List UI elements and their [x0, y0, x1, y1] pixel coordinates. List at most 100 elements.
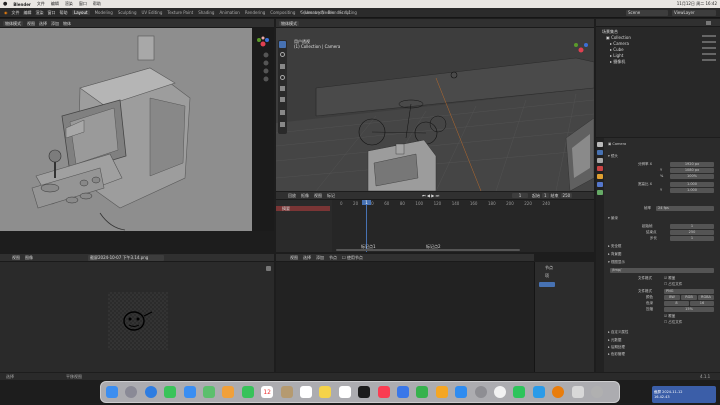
tab-sculpting[interactable]: Sculpting [118, 10, 137, 15]
current-frame-field[interactable]: 1 [512, 193, 528, 198]
maps-icon[interactable] [203, 386, 215, 398]
outliner-row-0[interactable]: 场景集合 [602, 29, 618, 34]
topbar-file[interactable]: 文件 [12, 10, 20, 15]
tab-texture[interactable]: Texture Paint [167, 10, 193, 15]
tab-animation[interactable]: Animation [219, 10, 239, 15]
output-placeholders[interactable]: ☐ 占位文件 [608, 282, 716, 287]
preview-icon[interactable] [571, 386, 584, 398]
field-resx[interactable]: 分辨率 X 1920 px [608, 162, 716, 167]
start-frame-field[interactable]: 1 [542, 193, 549, 198]
left-object-menu[interactable]: 物体 [63, 21, 71, 26]
menubar-clock[interactable]: 11月12日 周二 16:42 [677, 1, 717, 7]
output-path-field[interactable]: /tmp/ [608, 268, 716, 273]
annotate-tool-icon[interactable] [280, 110, 285, 115]
field-frame-step[interactable]: 步长 1 [608, 236, 716, 241]
timeline-playback-menu[interactable]: 回放 [288, 193, 296, 198]
outliner-row-1[interactable]: ▣ Collection [606, 35, 631, 40]
image-editor-canvas[interactable] [0, 262, 274, 372]
section-safe-areas[interactable]: ▸ 安全框 [608, 244, 716, 249]
messages-icon[interactable] [164, 386, 177, 398]
finder-icon[interactable] [106, 386, 118, 398]
section-viewport-display[interactable]: ▾ 视图显示 [608, 260, 716, 265]
world-tab-icon[interactable] [597, 166, 603, 171]
tab-modeling[interactable]: Modeling [95, 10, 113, 15]
center-viewport-canvas[interactable]: 用户透视 (1) Collection | Camera [276, 28, 594, 191]
section-bg-images[interactable]: ▸ 背景图 [608, 252, 716, 257]
music-icon[interactable] [377, 386, 390, 398]
end-frame-field[interactable]: 250 [560, 193, 573, 198]
sidepanel-icons[interactable] [539, 282, 555, 287]
menubar-window[interactable]: 窗口 [79, 1, 87, 7]
tab-compositing[interactable]: Compositing [270, 10, 295, 15]
left-select-menu[interactable]: 选择 [39, 21, 47, 26]
section-lens[interactable]: ▾ 镜头 [608, 154, 716, 159]
modifier-tab-icon[interactable] [597, 182, 603, 187]
menubar-help[interactable]: 帮助 [93, 1, 101, 7]
image-tools-icon[interactable] [266, 266, 271, 271]
sidepanel-tab-node[interactable]: 节点 [545, 265, 553, 270]
outliner-row-4[interactable]: ▸ Light [610, 53, 623, 58]
nav-gizmo[interactable] [252, 28, 274, 88]
contacts-icon[interactable] [280, 386, 293, 398]
keynote-icon[interactable] [397, 386, 409, 398]
qq-icon[interactable] [532, 386, 545, 398]
outliner-row-2[interactable]: ▸ Camera [610, 41, 629, 46]
center-mode-selector[interactable]: 物体模式 [279, 21, 299, 26]
render-tab-icon[interactable] [597, 142, 603, 147]
topbar-help[interactable]: 帮助 [60, 10, 68, 15]
outliner-row-3[interactable]: ▸ Cube [610, 47, 624, 52]
field-frame-end[interactable]: 结束点 250 [608, 230, 716, 235]
field-frame-start[interactable]: 起始帧 1 [608, 224, 716, 229]
scene-tab-icon[interactable] [597, 158, 603, 163]
field-resy[interactable]: Y 1080 px [608, 168, 716, 173]
safari-icon[interactable] [144, 386, 157, 398]
node-editor-canvas[interactable] [276, 262, 534, 372]
chrome-icon[interactable] [494, 386, 506, 398]
cursor-tool-icon[interactable] [280, 52, 285, 57]
outliner-filter-icon[interactable] [706, 21, 711, 25]
node-view-menu[interactable]: 视图 [290, 255, 298, 260]
move-tool-icon[interactable] [280, 64, 285, 69]
notes-icon[interactable] [319, 386, 332, 398]
output-color-field[interactable]: 颜色 BW RGB RGBA [608, 295, 716, 300]
output-format-field[interactable]: 文件格式 PNG [608, 289, 716, 294]
field-aspx[interactable]: 宽高比 X 1.000 [608, 182, 716, 187]
output-tab-icon[interactable] [597, 150, 603, 155]
section-post-processing[interactable]: ▸ 后期处理 [608, 345, 716, 350]
topbar-window[interactable]: 窗口 [48, 10, 56, 15]
numbers-icon[interactable] [416, 386, 429, 398]
image-name-field[interactable]: 截屏2024-10-07 下午3.14.png [88, 255, 164, 261]
screenshot-thumbnail[interactable]: 截屏 2024-11-12 16.42.43 [652, 386, 716, 403]
field-res-percent[interactable]: % 100% [608, 174, 716, 179]
timeline-keying-menu[interactable]: 抠像 [301, 193, 309, 198]
playback-controls[interactable]: ⏮ ◀ ▶ ⏭ [422, 193, 439, 198]
scale-tool-icon[interactable] [280, 86, 285, 91]
apple-icon[interactable]: ● [3, 1, 7, 7]
reminders-icon[interactable] [300, 386, 312, 398]
pages-icon[interactable] [435, 386, 448, 398]
menubar-file[interactable]: 文件 [37, 1, 45, 7]
output-compress-field[interactable]: 压缩 15% [608, 307, 716, 312]
object-tab-icon[interactable] [597, 174, 603, 179]
left-viewport-canvas[interactable] [0, 28, 252, 231]
output-placeholders-2[interactable]: ☐ 占位文件 [608, 320, 716, 325]
menubar-render[interactable]: 渲染 [65, 1, 73, 7]
tab-shading[interactable]: Shading [198, 10, 214, 15]
field-aspy[interactable]: Y 1.000 [608, 188, 716, 193]
left-view-menu[interactable]: 视图 [27, 21, 35, 26]
section-metadata[interactable]: ▸ 元数据 [608, 338, 716, 343]
trash-icon[interactable] [591, 386, 603, 398]
properties-object-name[interactable]: ▣ Camera [608, 142, 716, 147]
data-tab-icon[interactable] [597, 190, 603, 195]
section-color-management[interactable]: ▸ 色彩管理 [608, 352, 716, 357]
calendar-icon[interactable]: 12 [261, 386, 274, 398]
outliner-row-5[interactable]: ▸ 摄像机 [610, 59, 625, 64]
blender-logo-icon[interactable]: ◉ [4, 10, 8, 15]
menubar-app[interactable]: Blender [13, 2, 31, 7]
field-framerate[interactable]: 帧率 24 fps [608, 206, 716, 211]
outliner-visibility-icons[interactable] [702, 35, 716, 63]
wechat-icon[interactable] [513, 386, 526, 398]
node-node-menu[interactable]: 节点 [329, 255, 337, 260]
appstore-icon[interactable] [455, 386, 468, 398]
tab-layout[interactable]: Layout [72, 10, 90, 15]
